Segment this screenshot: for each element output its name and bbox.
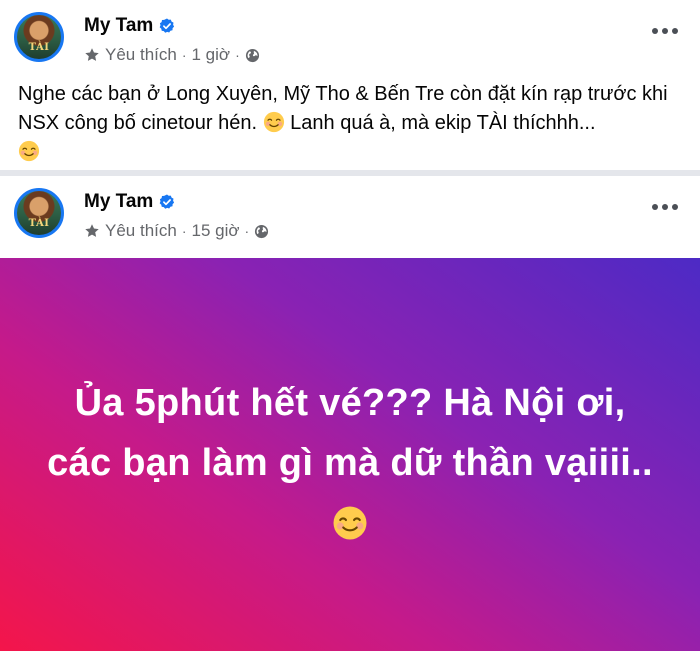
- post-2: TÀI My Tam Yêu thích · 15 giờ · Ủa 5phút…: [0, 176, 700, 651]
- star-icon: [85, 224, 99, 237]
- banner-text-block: Ủa 5phút hết vé??? Hà Nội ơi, các bạn là…: [40, 373, 660, 553]
- post-time[interactable]: 1 giờ: [192, 45, 231, 65]
- globe-icon[interactable]: [254, 224, 269, 239]
- verified-badge-icon: [160, 194, 175, 209]
- avatar-caption: TÀI: [28, 42, 50, 53]
- banner-text: Ủa 5phút hết vé??? Hà Nội ơi, các bạn là…: [47, 382, 653, 484]
- avatar[interactable]: TÀI: [14, 188, 64, 238]
- author-name[interactable]: My Tam: [84, 191, 153, 213]
- post-text: Nghe các bạn ở Long Xuyên, Mỹ Tho & Bến …: [18, 80, 683, 167]
- smiling-face-emoji: [263, 111, 284, 133]
- smiling-face-emoji: [18, 140, 40, 162]
- author-row: My Tam: [84, 190, 175, 214]
- separator-dot: ·: [181, 223, 187, 239]
- avatar[interactable]: TÀI: [14, 12, 64, 62]
- more-options-icon[interactable]: [652, 28, 678, 36]
- globe-icon[interactable]: [245, 48, 260, 63]
- separator-dot: ·: [181, 47, 187, 63]
- author-name[interactable]: My Tam: [84, 15, 153, 37]
- smiling-face-emoji: [333, 506, 367, 540]
- star-icon: [85, 48, 99, 61]
- follow-label[interactable]: Yêu thích: [105, 45, 177, 65]
- post-1: TÀI My Tam Yêu thích · 1 giờ · Nghe các …: [0, 0, 700, 170]
- post-time[interactable]: 15 giờ: [192, 221, 240, 241]
- separator-dot: ·: [235, 47, 240, 63]
- post-header: TÀI My Tam Yêu thích · 1 giờ ·: [0, 0, 700, 70]
- avatar-caption: TÀI: [28, 218, 50, 229]
- post-meta: Yêu thích · 15 giờ ·: [84, 220, 269, 242]
- verified-badge-icon: [160, 18, 175, 33]
- post-text-continued: Lanh quá à, mà ekip TÀI thíchhh...: [284, 112, 596, 134]
- follow-label[interactable]: Yêu thích: [105, 221, 177, 241]
- post-meta: Yêu thích · 1 giờ ·: [84, 44, 260, 66]
- more-options-icon[interactable]: [652, 204, 678, 212]
- text-background-post[interactable]: Ủa 5phút hết vé??? Hà Nội ơi, các bạn là…: [0, 258, 700, 651]
- separator-dot: ·: [244, 223, 250, 239]
- author-row: My Tam: [84, 14, 175, 38]
- post-header: TÀI My Tam Yêu thích · 15 giờ ·: [0, 176, 700, 246]
